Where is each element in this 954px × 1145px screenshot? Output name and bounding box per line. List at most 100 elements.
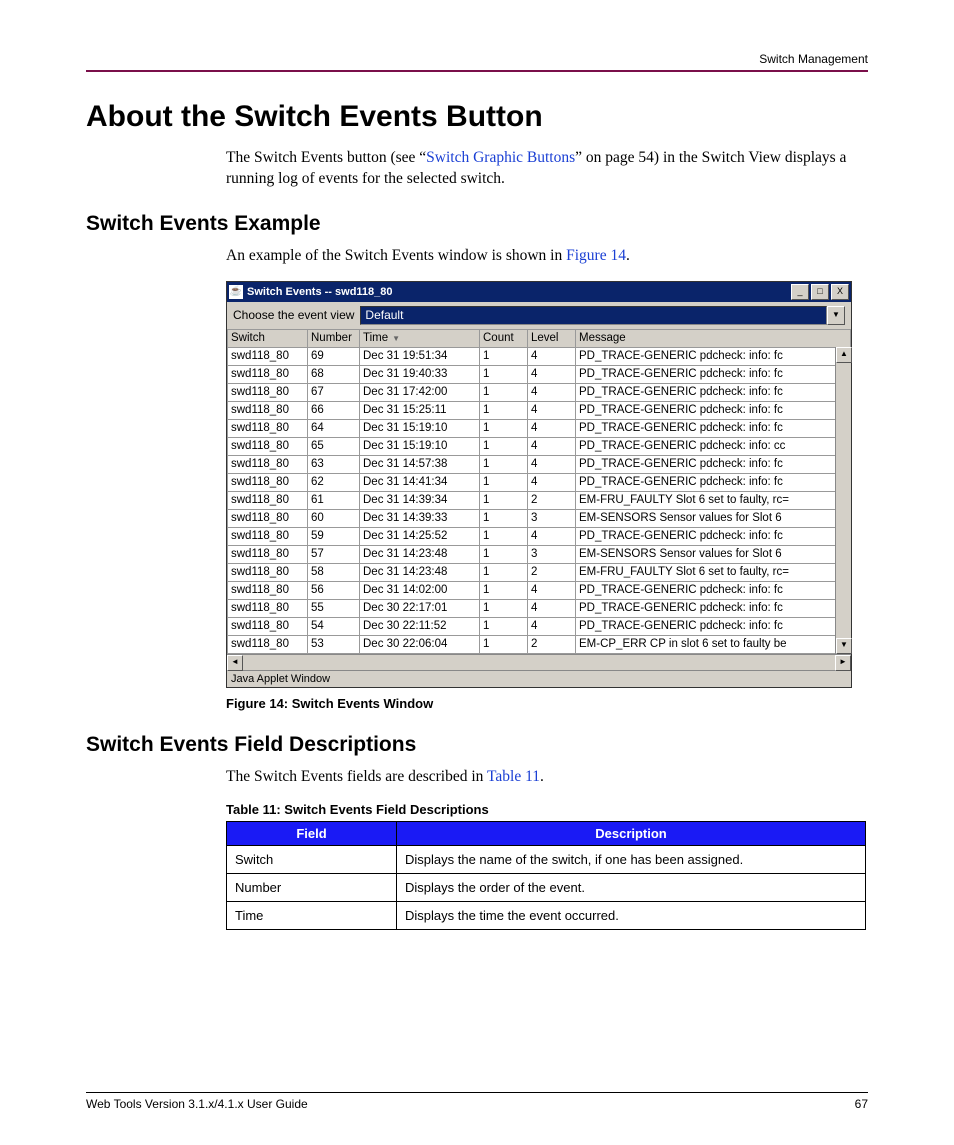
scroll-up-icon[interactable]: ▲ (836, 347, 852, 363)
column-header-switch[interactable]: Switch (228, 329, 308, 347)
table-row[interactable]: swd118_8061Dec 31 14:39:3412EM-FRU_FAULT… (228, 491, 851, 509)
cell: 4 (528, 347, 576, 365)
cell: swd118_80 (228, 383, 308, 401)
sort-desc-icon: ▼ (388, 334, 400, 343)
column-header-number[interactable]: Number (308, 329, 360, 347)
column-header-message[interactable]: Message (576, 329, 851, 347)
cell: 54 (308, 617, 360, 635)
minimize-button[interactable]: _ (791, 284, 809, 300)
cell: PD_TRACE-GENERIC pdcheck: info: fc (576, 581, 851, 599)
chooser-field[interactable]: Default (360, 306, 827, 325)
scroll-down-icon[interactable]: ▼ (836, 638, 852, 654)
cell: 4 (528, 617, 576, 635)
footer-rule (86, 1092, 868, 1093)
table-row[interactable]: swd118_8068Dec 31 19:40:3314PD_TRACE-GEN… (228, 365, 851, 383)
field-descriptions-table: FieldDescription SwitchDisplays the name… (226, 821, 866, 930)
close-button[interactable]: X (831, 284, 849, 300)
cell: Dec 31 14:23:48 (360, 563, 480, 581)
table-row[interactable]: swd118_8057Dec 31 14:23:4813EM-SENSORS S… (228, 545, 851, 563)
cell: swd118_80 (228, 419, 308, 437)
table-caption: Table 11: Switch Events Field Descriptio… (226, 802, 858, 817)
cell: Dec 30 22:11:52 (360, 617, 480, 635)
cell: EM-SENSORS Sensor values for Slot 6 (576, 509, 851, 527)
link-figure-14[interactable]: Figure 14 (566, 247, 626, 264)
java-cup-icon: ☕ (229, 285, 243, 299)
cell: Dec 30 22:17:01 (360, 599, 480, 617)
cell: EM-FRU_FAULTY Slot 6 set to faulty, rc= (576, 491, 851, 509)
table-row[interactable]: swd118_8062Dec 31 14:41:3414PD_TRACE-GEN… (228, 473, 851, 491)
fdesc-field: Time (227, 901, 397, 929)
cell: PD_TRACE-GENERIC pdcheck: info: fc (576, 455, 851, 473)
intro-paragraph: The Switch Events button (see “Switch Gr… (226, 148, 858, 190)
table-row[interactable]: swd118_8054Dec 30 22:11:5214PD_TRACE-GEN… (228, 617, 851, 635)
table-row[interactable]: swd118_8059Dec 31 14:25:5214PD_TRACE-GEN… (228, 527, 851, 545)
scroll-right-icon[interactable]: ► (835, 655, 851, 671)
fdesc-description: Displays the order of the event. (397, 873, 866, 901)
vertical-scrollbar[interactable]: ▲ ▼ (835, 347, 851, 654)
column-header-time[interactable]: Time▼ (360, 329, 480, 347)
event-view-chooser: Choose the event view Default ▼ (227, 302, 851, 329)
chooser-dropdown-icon[interactable]: ▼ (827, 306, 845, 325)
cell: 1 (480, 509, 528, 527)
cell: 53 (308, 635, 360, 653)
table-row[interactable]: swd118_8053Dec 30 22:06:0412EM-CP_ERR CP… (228, 635, 851, 653)
heading-example: Switch Events Example (86, 212, 868, 236)
cell: 4 (528, 455, 576, 473)
example-paragraph: An example of the Switch Events window i… (226, 246, 858, 267)
cell: swd118_80 (228, 455, 308, 473)
table-row[interactable]: swd118_8065Dec 31 15:19:1014PD_TRACE-GEN… (228, 437, 851, 455)
chooser-label: Choose the event view (233, 308, 360, 322)
cell: 4 (528, 419, 576, 437)
table-row[interactable]: swd118_8066Dec 31 15:25:1114PD_TRACE-GEN… (228, 401, 851, 419)
fdesc-description: Displays the time the event occurred. (397, 901, 866, 929)
table-row[interactable]: swd118_8056Dec 31 14:02:0014PD_TRACE-GEN… (228, 581, 851, 599)
cell: 1 (480, 347, 528, 365)
fdesc-field: Switch (227, 845, 397, 873)
column-header-count[interactable]: Count (480, 329, 528, 347)
table-row[interactable]: swd118_8063Dec 31 14:57:3814PD_TRACE-GEN… (228, 455, 851, 473)
table-row[interactable]: swd118_8060Dec 31 14:39:3313EM-SENSORS S… (228, 509, 851, 527)
cell: PD_TRACE-GENERIC pdcheck: info: fc (576, 599, 851, 617)
cell: 1 (480, 491, 528, 509)
fdesc-description: Displays the name of the switch, if one … (397, 845, 866, 873)
cell: 66 (308, 401, 360, 419)
cell: 2 (528, 635, 576, 653)
table-row[interactable]: swd118_8058Dec 31 14:23:4812EM-FRU_FAULT… (228, 563, 851, 581)
cell: swd118_80 (228, 491, 308, 509)
cell: Dec 31 15:19:10 (360, 437, 480, 455)
running-head: Switch Management (86, 52, 868, 66)
cell: PD_TRACE-GENERIC pdcheck: info: fc (576, 401, 851, 419)
cell: Dec 31 14:02:00 (360, 581, 480, 599)
column-header-level[interactable]: Level (528, 329, 576, 347)
cell: PD_TRACE-GENERIC pdcheck: info: fc (576, 473, 851, 491)
cell: 63 (308, 455, 360, 473)
cell: 55 (308, 599, 360, 617)
cell: 4 (528, 437, 576, 455)
horizontal-scrollbar[interactable]: ◄ ► (227, 654, 851, 670)
table-row[interactable]: swd118_8064Dec 31 15:19:1014PD_TRACE-GEN… (228, 419, 851, 437)
cell: 1 (480, 635, 528, 653)
cell: 1 (480, 473, 528, 491)
cell: 4 (528, 599, 576, 617)
cell: 4 (528, 365, 576, 383)
link-switch-graphic-buttons[interactable]: Switch Graphic Buttons (426, 149, 575, 166)
window-titlebar[interactable]: ☕ Switch Events -- swd118_80 _ □ X (227, 282, 851, 302)
cell: 1 (480, 365, 528, 383)
scroll-left-icon[interactable]: ◄ (227, 655, 243, 671)
link-table-11[interactable]: Table 11 (487, 768, 540, 785)
maximize-button[interactable]: □ (811, 284, 829, 300)
table-row[interactable]: swd118_8069Dec 31 19:51:3414PD_TRACE-GEN… (228, 347, 851, 365)
table-row[interactable]: swd118_8055Dec 30 22:17:0114PD_TRACE-GEN… (228, 599, 851, 617)
cell: Dec 30 22:06:04 (360, 635, 480, 653)
heading-field-descriptions: Switch Events Field Descriptions (86, 733, 868, 757)
cell: PD_TRACE-GENERIC pdcheck: info: fc (576, 617, 851, 635)
cell: PD_TRACE-GENERIC pdcheck: info: cc (576, 437, 851, 455)
cell: 1 (480, 563, 528, 581)
table-row[interactable]: swd118_8067Dec 31 17:42:0014PD_TRACE-GEN… (228, 383, 851, 401)
cell: PD_TRACE-GENERIC pdcheck: info: fc (576, 419, 851, 437)
footer-page-number: 67 (855, 1097, 868, 1111)
fields-pre: The Switch Events fields are described i… (226, 768, 487, 785)
cell: swd118_80 (228, 545, 308, 563)
figure-caption: Figure 14: Switch Events Window (226, 696, 858, 711)
cell: 1 (480, 599, 528, 617)
